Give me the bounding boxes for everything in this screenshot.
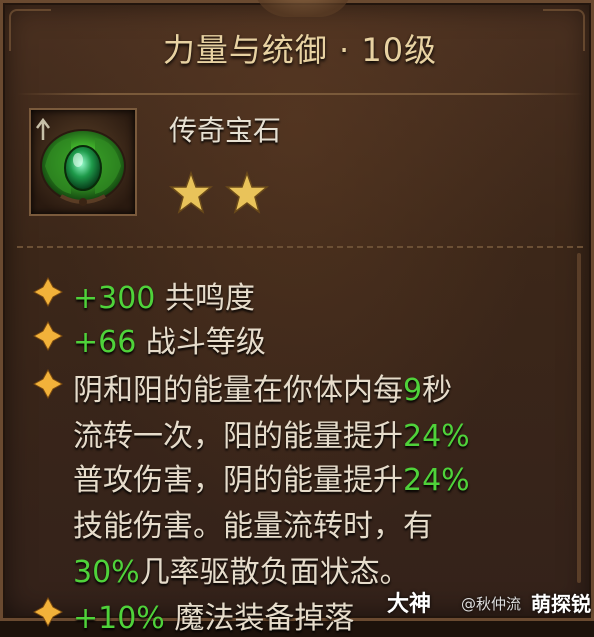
effect-percent: 24% — [403, 419, 470, 454]
stat-value: +66 — [73, 325, 137, 360]
gem-name: 传奇宝石 — [169, 114, 282, 147]
watermark-handle: @秋仲流 — [460, 595, 521, 613]
effect-line-4: 技能伤害。能量流转时，有 — [73, 509, 433, 544]
effect-line-3: 普攻伤害，阴的能量提升24% — [73, 455, 470, 499]
green-gem-icon — [36, 117, 126, 206]
effect-line-1: 阴和阳的能量在你体内每 — [73, 373, 403, 408]
star-icon — [169, 171, 213, 214]
stat-value: +10% — [73, 601, 165, 636]
scrollbar[interactable] — [577, 253, 581, 583]
effect-line-1-end: 秒 — [422, 373, 453, 408]
effect-text: 几率驱散负面状态。 — [139, 555, 410, 590]
top-ornament — [253, 0, 353, 17]
stat-label: 共鸣度 — [155, 281, 255, 316]
gem-tooltip-panel: 力量与统御 · 10级 传奇宝石 +300 共鸣度 +66 战斗等级 阴和阳的能… — [0, 0, 594, 636]
diamond-bullet-icon — [33, 321, 63, 351]
effect-percent: 24% — [403, 463, 470, 498]
gem-icon-frame — [29, 108, 137, 216]
section-divider — [17, 246, 583, 248]
effect-percent: 30% — [73, 555, 140, 590]
tooltip-title: 力量与统御 · 10级 — [162, 31, 438, 69]
effect-line-5: 30%几率驱散负面状态。 — [73, 547, 410, 591]
diamond-bullet-icon — [33, 277, 63, 307]
diamond-bullet-icon — [33, 597, 63, 627]
title-divider — [17, 93, 583, 95]
watermark-logo: 大神 — [386, 592, 431, 617]
star-icon — [225, 171, 269, 214]
watermark-site: 萌探锐 — [531, 592, 591, 616]
stat-value: +300 — [73, 281, 156, 316]
effect-line-2: 流转一次，阳的能量提升24% — [73, 411, 470, 455]
effect-interval: 9 — [403, 373, 423, 408]
stat-label: 魔法装备掉落 — [164, 601, 355, 636]
effect-text: 流转一次，阳的能量提升 — [73, 419, 403, 454]
diamond-bullet-icon — [33, 369, 63, 399]
stat-label: 战斗等级 — [136, 325, 266, 360]
effect-text: 普攻伤害，阴的能量提升 — [73, 463, 403, 498]
